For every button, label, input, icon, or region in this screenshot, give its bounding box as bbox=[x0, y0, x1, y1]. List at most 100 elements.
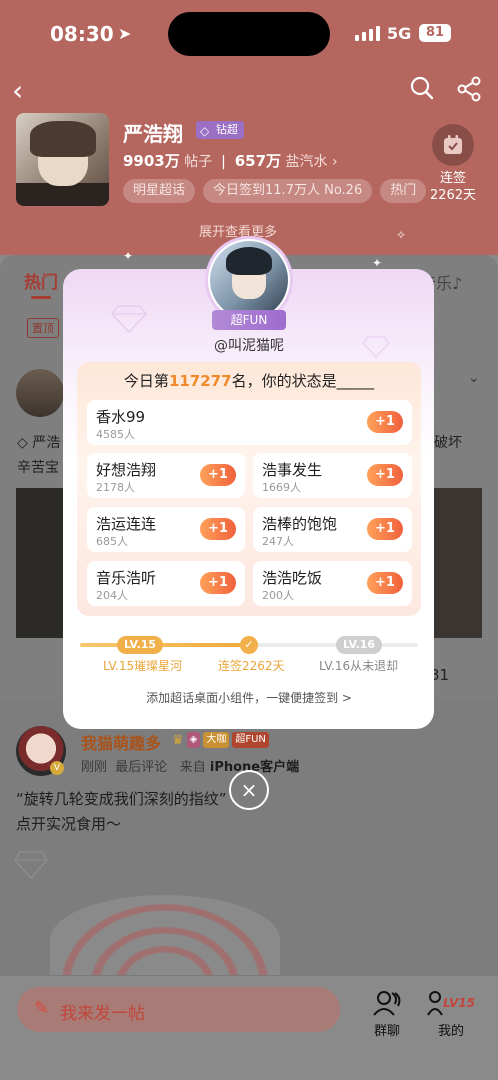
compose-placeholder: 我来发一帖 bbox=[60, 1004, 145, 1024]
post-text-fragment: 辛苦宝 bbox=[17, 460, 59, 476]
status-bar: 08:30 ➤ 5G 81 bbox=[0, 0, 498, 66]
next-level-pill: LV.16 bbox=[336, 636, 383, 654]
option-count: 4585人 bbox=[96, 428, 135, 441]
option-count: 685人 bbox=[96, 535, 128, 548]
mine-label: 我的 bbox=[437, 1024, 464, 1039]
next-level-label: LV.16从未退却 bbox=[319, 659, 399, 673]
post-image-spiral[interactable] bbox=[50, 895, 280, 985]
checkin-days: 2262天 bbox=[429, 188, 477, 203]
mine-button[interactable]: LV15 我的 bbox=[426, 988, 476, 1039]
topic-tags: 明星超话 今日签到11.7万人 No.26 热门 bbox=[123, 179, 427, 203]
super-fun-badge: 超FUN bbox=[212, 310, 286, 330]
option-name: 好想浩翔 bbox=[96, 461, 157, 479]
status-option-full[interactable]: 浩棒的饱饱 247人 +1 bbox=[253, 507, 412, 552]
status-option-good-things[interactable]: 浩事发生 1669人 +1 bbox=[253, 453, 412, 498]
level-progress-fill bbox=[80, 643, 249, 647]
checkin-button[interactable]: 连签 2262天 bbox=[428, 124, 478, 204]
user-badges: ♛ ◈ 大咖 超FUN bbox=[172, 732, 269, 748]
post-username[interactable]: 我猫萌趣多 bbox=[81, 730, 161, 754]
post-text: “旋转几轮变成我们深刻的指纹” bbox=[16, 790, 227, 808]
verified-icon: V bbox=[50, 761, 64, 775]
option-name: 香水99 bbox=[96, 408, 146, 426]
plus-one-button[interactable]: +1 bbox=[200, 572, 236, 594]
option-count: 1669人 bbox=[262, 481, 301, 494]
close-icon[interactable]: × bbox=[229, 770, 269, 810]
user-level-icon: LV15 bbox=[426, 988, 476, 1018]
pencil-icon: ✎ bbox=[34, 998, 50, 1019]
diamond-icon: ◇ bbox=[200, 124, 210, 138]
topic-stats: 9903万 帖子 | 657万 盐汽水 › bbox=[123, 152, 338, 170]
status-time: 08:30 bbox=[50, 22, 114, 46]
search-icon[interactable] bbox=[410, 76, 434, 100]
diamond-level-icon: ◈ bbox=[186, 732, 201, 748]
group-chat-label: 群聊 bbox=[373, 1024, 400, 1039]
option-count: 2178人 bbox=[96, 481, 135, 494]
diamond-super-badge: ◇ 钻超 bbox=[196, 121, 244, 139]
crown-icon: ♛ bbox=[172, 732, 184, 748]
dynamic-island bbox=[168, 12, 330, 56]
group-chat-icon bbox=[362, 988, 412, 1018]
battery-icon: 81 bbox=[419, 24, 451, 42]
group-chat-button[interactable]: 群聊 bbox=[362, 988, 412, 1039]
posts-label: 帖子 bbox=[184, 154, 213, 170]
option-count: 247人 bbox=[262, 535, 294, 548]
network-label: 5G bbox=[387, 24, 412, 43]
option-count: 200人 bbox=[262, 589, 294, 602]
plus-one-button[interactable]: +1 bbox=[200, 464, 236, 486]
back-icon[interactable]: ‹ bbox=[12, 74, 23, 107]
status-option-luck[interactable]: 浩运连连 685人 +1 bbox=[87, 507, 245, 552]
post-image[interactable] bbox=[434, 488, 482, 638]
post-meta: 刚刚 最后评论 来自 iPhone客户端 bbox=[81, 760, 300, 775]
tag-checkin-rank[interactable]: 今日签到11.7万人 No.26 bbox=[203, 179, 373, 203]
user-avatar[interactable] bbox=[210, 241, 288, 319]
big-badge: 大咖 bbox=[203, 732, 230, 748]
tag-star-topic[interactable]: 明星超话 bbox=[123, 179, 196, 203]
checkin-label: 连签 bbox=[439, 171, 466, 186]
option-count: 204人 bbox=[96, 589, 128, 602]
super-fun-badge: 超FUN bbox=[232, 732, 269, 748]
post-text: 点开实况食用～ bbox=[16, 815, 122, 833]
plus-one-button[interactable]: +1 bbox=[367, 572, 403, 594]
status-option-miss[interactable]: 好想浩翔 2178人 +1 bbox=[87, 453, 245, 498]
post-image[interactable] bbox=[16, 488, 64, 638]
option-name: 浩运连连 bbox=[96, 515, 157, 533]
post-text-fragment: ◇ 严浩 bbox=[17, 435, 61, 451]
sparkle-icon: ✧ bbox=[396, 228, 407, 242]
checkin-rank: 117277 bbox=[168, 372, 232, 390]
user-handle: @叫泥猫呢 bbox=[214, 338, 284, 354]
current-level-label: LV.15璀璨星河 bbox=[103, 659, 183, 673]
tab-hot[interactable]: 热门 bbox=[24, 268, 58, 293]
calendar-check-icon bbox=[432, 124, 474, 166]
diamond-watermark-icon bbox=[14, 851, 48, 880]
status-option-perfume[interactable]: 香水99 4585人 +1 bbox=[87, 400, 412, 445]
status-option-eat[interactable]: 浩浩吃饭 200人 +1 bbox=[253, 561, 412, 606]
plus-one-button[interactable]: +1 bbox=[200, 518, 236, 540]
tag-hot[interactable]: 热门 bbox=[380, 179, 427, 203]
fans-count: 657万 bbox=[234, 152, 282, 170]
option-name: 浩事发生 bbox=[262, 461, 323, 479]
current-level-pill: LV.15 bbox=[117, 636, 164, 654]
add-widget-link[interactable]: 添加超话桌面小组件，一键便捷签到 > bbox=[0, 689, 498, 706]
diamond-decoration-icon bbox=[110, 305, 148, 334]
sparkle-icon: ✦ bbox=[372, 256, 383, 270]
check-icon: ✓ bbox=[240, 636, 258, 654]
super-topic-avatar[interactable] bbox=[16, 113, 109, 206]
signal-icon bbox=[355, 26, 380, 41]
sparkle-icon: ✦ bbox=[123, 249, 134, 263]
plus-one-button[interactable]: +1 bbox=[367, 411, 403, 433]
location-arrow-icon: ➤ bbox=[118, 24, 132, 43]
option-name: 音乐浩听 bbox=[96, 569, 157, 587]
plus-one-button[interactable]: +1 bbox=[367, 464, 403, 486]
streak-label: 连签2262天 bbox=[218, 659, 285, 673]
plus-one-button[interactable]: +1 bbox=[367, 518, 403, 540]
level-tag: LV15 bbox=[443, 996, 475, 1010]
super-topic-name: 严浩翔 bbox=[123, 122, 183, 146]
status-question: 今日第117277名，你的状态是_____ bbox=[123, 372, 375, 390]
share-icon[interactable] bbox=[456, 76, 482, 102]
post-text-fragment: 破坏 bbox=[434, 435, 462, 451]
fans-label[interactable]: 盐汽水 bbox=[286, 154, 328, 170]
option-name: 浩浩吃饭 bbox=[262, 569, 323, 587]
posts-count: 9903万 bbox=[123, 152, 180, 170]
status-option-music[interactable]: 音乐浩听 204人 +1 bbox=[87, 561, 245, 606]
tab-active-indicator bbox=[31, 296, 51, 299]
